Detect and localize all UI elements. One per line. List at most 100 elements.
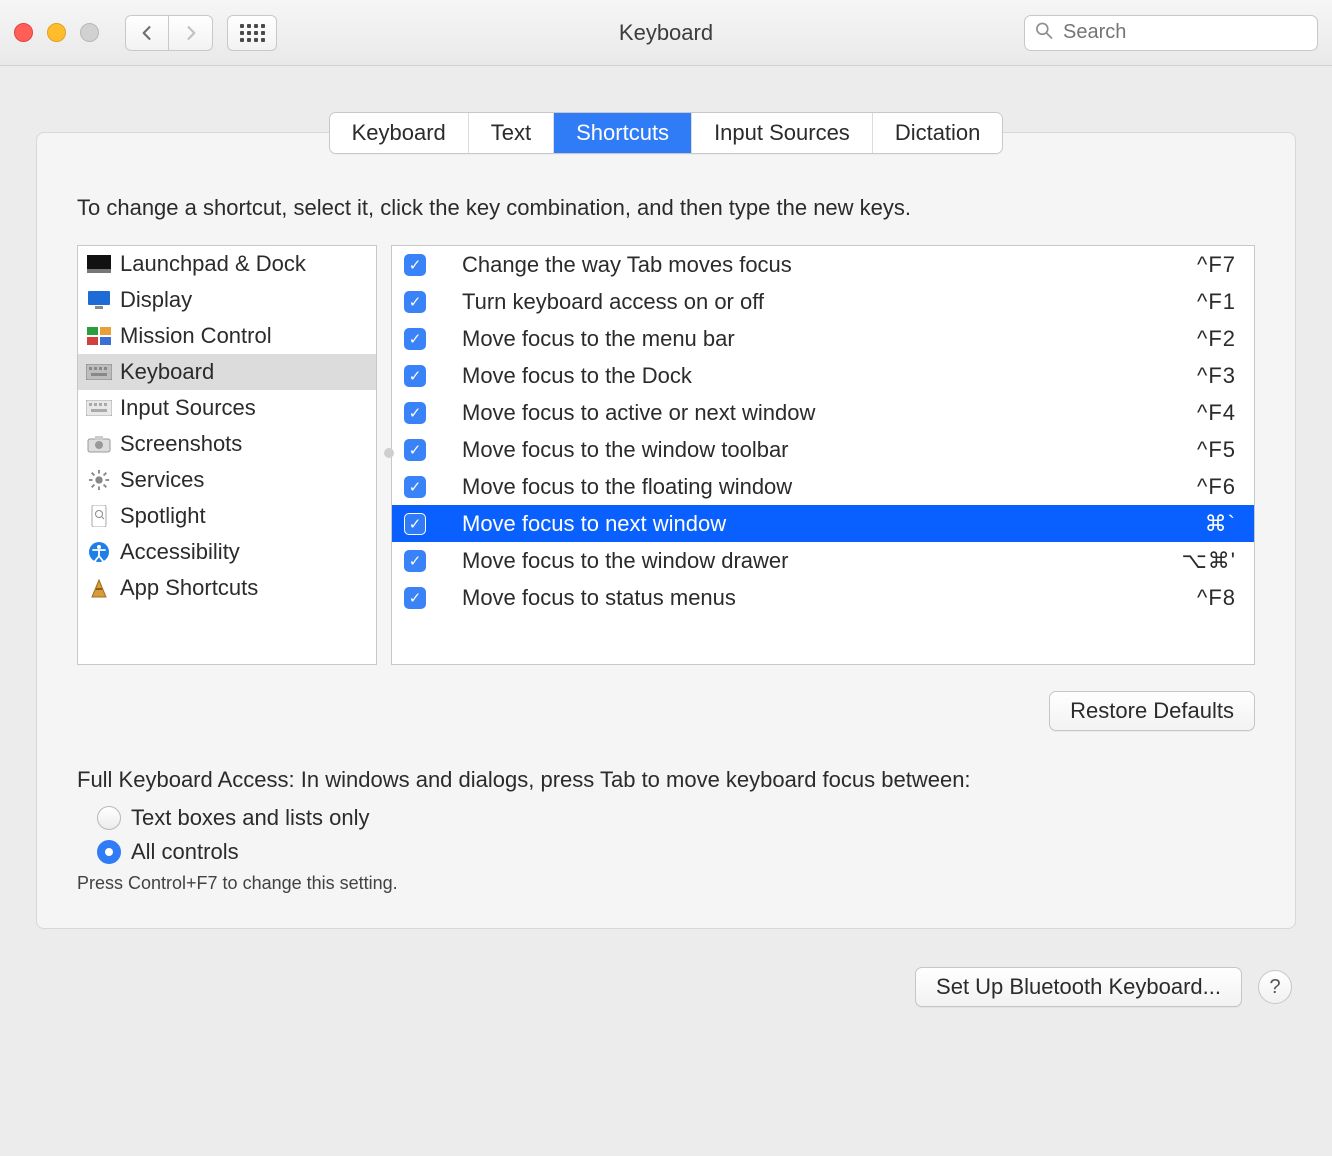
category-label: Spotlight [120,503,206,529]
tab-segment: Keyboard Text Shortcuts Input Sources Di… [329,112,1004,154]
category-keyboard[interactable]: Keyboard [78,354,376,390]
shortcut-row[interactable]: ✓ Change the way Tab moves focus ^F7 [392,246,1254,283]
launchpad-icon [86,253,112,275]
preferences-panel: To change a shortcut, select it, click t… [36,132,1296,929]
tab-dictation[interactable]: Dictation [873,113,1003,153]
category-launchpad-dock[interactable]: Launchpad & Dock [78,246,376,282]
shortcut-label: Move focus to the window toolbar [462,437,1197,463]
shortcut-row[interactable]: ✓ Move focus to the menu bar ^F2 [392,320,1254,357]
category-list[interactable]: Launchpad & Dock Display Mission Control… [77,245,377,665]
mission-control-icon [86,325,112,347]
close-button[interactable] [14,23,33,42]
shortcut-checkbox[interactable]: ✓ [404,513,426,535]
shortcut-key[interactable]: ^F3 [1197,363,1236,389]
shortcut-checkbox[interactable]: ✓ [404,402,426,424]
shortcut-row[interactable]: ✓ Move focus to the window drawer ⌥⌘' [392,542,1254,579]
shortcut-label: Move focus to status menus [462,585,1197,611]
shortcut-row[interactable]: ✓ Move focus to next window ⌘` [392,505,1254,542]
lists-row: Launchpad & Dock Display Mission Control… [77,245,1255,665]
minimize-button[interactable] [47,23,66,42]
shortcut-key[interactable]: ^F8 [1197,585,1236,611]
category-label: Launchpad & Dock [120,251,306,277]
grid-icon [240,24,265,42]
radio-button[interactable] [97,840,121,864]
shortcut-key[interactable]: ^F4 [1197,400,1236,426]
footer-row: Set Up Bluetooth Keyboard... ? [36,967,1296,1007]
shortcut-key[interactable]: ⌘` [1205,511,1236,537]
category-label: Mission Control [120,323,272,349]
forward-button[interactable] [169,15,213,51]
shortcut-key[interactable]: ⌥⌘' [1181,548,1236,574]
shortcut-key[interactable]: ^F6 [1197,474,1236,500]
titlebar: Keyboard [0,0,1332,66]
shortcut-key[interactable]: ^F2 [1197,326,1236,352]
shortcut-checkbox[interactable]: ✓ [404,439,426,461]
shortcut-row[interactable]: ✓ Move focus to status menus ^F8 [392,579,1254,616]
shortcut-checkbox[interactable]: ✓ [404,291,426,313]
shortcut-checkbox[interactable]: ✓ [404,587,426,609]
fka-label: Full Keyboard Access: In windows and dia… [77,767,1255,793]
tab-shortcuts[interactable]: Shortcuts [554,113,692,153]
gear-icon [86,469,112,491]
chevron-right-icon [179,23,203,43]
radio-button[interactable] [97,806,121,830]
shortcut-key[interactable]: ^F1 [1197,289,1236,315]
shortcut-label: Move focus to the window drawer [462,548,1181,574]
bluetooth-keyboard-button[interactable]: Set Up Bluetooth Keyboard... [915,967,1242,1007]
keyboard-icon [86,361,112,383]
divider-handle-icon[interactable] [384,448,394,458]
category-input-sources[interactable]: Input Sources [78,390,376,426]
tabbar: Keyboard Text Shortcuts Input Sources Di… [36,112,1296,154]
tab-text[interactable]: Text [469,113,554,153]
shortcut-row[interactable]: ✓ Turn keyboard access on or off ^F1 [392,283,1254,320]
spotlight-icon [86,505,112,527]
shortcut-checkbox[interactable]: ✓ [404,328,426,350]
back-button[interactable] [125,15,169,51]
category-display[interactable]: Display [78,282,376,318]
display-icon [86,289,112,311]
content: Keyboard Text Shortcuts Input Sources Di… [0,66,1332,1031]
app-shortcuts-icon [86,577,112,599]
restore-row: Restore Defaults [77,691,1255,731]
category-accessibility[interactable]: Accessibility [78,534,376,570]
category-mission-control[interactable]: Mission Control [78,318,376,354]
search-input[interactable] [1024,15,1318,51]
radio-text-boxes[interactable]: Text boxes and lists only [97,805,1255,831]
help-button[interactable]: ? [1258,970,1292,1004]
question-icon: ? [1269,976,1280,999]
category-label: Keyboard [120,359,214,385]
shortcut-list[interactable]: ✓ Change the way Tab moves focus ^F7 ✓ T… [391,245,1255,665]
accessibility-icon [86,541,112,563]
category-label: Screenshots [120,431,242,457]
shortcut-checkbox[interactable]: ✓ [404,476,426,498]
category-services[interactable]: Services [78,462,376,498]
shortcut-label: Move focus to the menu bar [462,326,1197,352]
zoom-button[interactable] [80,23,99,42]
shortcut-checkbox[interactable]: ✓ [404,550,426,572]
chevron-left-icon [135,23,159,43]
category-spotlight[interactable]: Spotlight [78,498,376,534]
shortcut-label: Move focus to active or next window [462,400,1197,426]
restore-defaults-button[interactable]: Restore Defaults [1049,691,1255,731]
category-screenshots[interactable]: Screenshots [78,426,376,462]
shortcut-row[interactable]: ✓ Move focus to the Dock ^F3 [392,357,1254,394]
category-app-shortcuts[interactable]: App Shortcuts [78,570,376,606]
shortcut-label: Move focus to the Dock [462,363,1197,389]
category-label: Input Sources [120,395,256,421]
radio-all-controls[interactable]: All controls [97,839,1255,865]
nav-group [125,15,213,51]
search-wrap [1024,15,1318,51]
shortcut-row[interactable]: ✓ Move focus to the window toolbar ^F5 [392,431,1254,468]
shortcut-checkbox[interactable]: ✓ [404,365,426,387]
category-label: Services [120,467,204,493]
show-all-button[interactable] [227,15,277,51]
tab-keyboard[interactable]: Keyboard [330,113,469,153]
input-sources-icon [86,397,112,419]
shortcut-key[interactable]: ^F5 [1197,437,1236,463]
shortcut-row[interactable]: ✓ Move focus to the floating window ^F6 [392,468,1254,505]
shortcut-checkbox[interactable]: ✓ [404,254,426,276]
shortcut-row[interactable]: ✓ Move focus to active or next window ^F… [392,394,1254,431]
shortcut-key[interactable]: ^F7 [1197,252,1236,278]
camera-icon [86,433,112,455]
tab-input-sources[interactable]: Input Sources [692,113,873,153]
